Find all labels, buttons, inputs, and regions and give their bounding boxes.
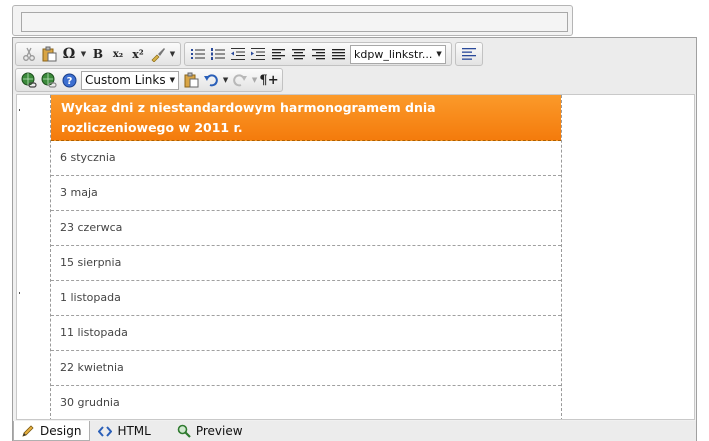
tab-design-label: Design: [40, 423, 82, 438]
align-right-icon: [311, 48, 325, 59]
editor-mode-bar: Design HTML Preview: [13, 421, 696, 441]
dropdown-arrow-icon: ▼: [169, 76, 176, 84]
indent-icon: [251, 48, 265, 60]
code-brackets-icon: [98, 425, 113, 437]
custom-links-select[interactable]: Custom Links ▼: [81, 70, 180, 90]
table-row: 22 kwietnia: [51, 351, 561, 386]
custom-links-select-value: Custom Links: [85, 73, 166, 87]
paragraph-format-button[interactable]: [459, 44, 479, 64]
subscript-icon: x₂: [112, 48, 124, 60]
bold-icon: B: [92, 47, 104, 61]
paste-icon: [42, 46, 57, 62]
editor-content-area[interactable]: Wykaz dni z niestandardowym harmonograme…: [16, 94, 695, 420]
toolbar-row-2: ? Custom Links ▼ ▼ ▼ ¶+: [15, 67, 286, 93]
remove-link-button[interactable]: [39, 70, 59, 90]
justify-icon: [331, 48, 345, 59]
paragraph-plus-icon: ¶+: [259, 72, 279, 88]
table-row: 15 sierpnia: [51, 246, 561, 281]
align-right-button[interactable]: [308, 44, 328, 64]
table-row: 23 czerwca: [51, 211, 561, 246]
undo-icon: [204, 74, 218, 87]
tab-html[interactable]: HTML: [90, 421, 158, 441]
tab-html-label: HTML: [117, 424, 151, 438]
schedule-table: Wykaz dni z niestandardowym harmonograme…: [50, 95, 562, 419]
caret-marker: [19, 109, 20, 111]
dropdown-arrow-icon: ▼: [222, 76, 229, 84]
insert-paragraph-button[interactable]: ¶+: [259, 70, 279, 90]
superscript-icon: x²: [132, 47, 144, 61]
align-left-button[interactable]: [268, 44, 288, 64]
format-brush-dropdown[interactable]: ▼: [168, 44, 177, 64]
tab-preview-label: Preview: [195, 424, 243, 438]
editor-toolbar: Ω ▼ B x₂ x² ▼ kdpw_linkstr... ▼ ? Custom…: [13, 38, 696, 94]
rich-text-editor: Ω ▼ B x₂ x² ▼ kdpw_linkstr... ▼ ? Custom…: [12, 37, 697, 441]
align-center-button[interactable]: [288, 44, 308, 64]
bold-button[interactable]: B: [88, 44, 108, 64]
toolbar-row-1: Ω ▼ B x₂ x² ▼ kdpw_linkstr... ▼: [15, 41, 486, 67]
title-input[interactable]: [21, 12, 568, 32]
paragraph-format-icon: [461, 48, 476, 60]
dropdown-arrow-icon: ▼: [80, 50, 87, 58]
format-brush-icon: [151, 48, 165, 62]
table-header: Wykaz dni z niestandardowym harmonograme…: [51, 95, 561, 141]
unlink-globe-icon: [41, 72, 57, 88]
tab-design[interactable]: Design: [13, 421, 91, 441]
table-body: 6 stycznia 3 maja 23 czerwca 15 sierpnia 1 l…: [51, 141, 561, 419]
undo-dropdown[interactable]: ▼: [221, 70, 230, 90]
justify-button[interactable]: [328, 44, 348, 64]
numbered-list-icon: [211, 48, 225, 60]
paste-from-word-icon: [184, 72, 199, 88]
svg-text:?: ?: [66, 76, 72, 87]
css-class-select-value: kdpw_linkstr...: [354, 47, 433, 61]
subscript-button[interactable]: x₂: [108, 44, 128, 64]
link-globe-icon: [21, 72, 37, 88]
dropdown-arrow-icon: ▼: [169, 50, 176, 58]
table-row: 30 grudnia: [51, 386, 561, 419]
indent-button[interactable]: [248, 44, 268, 64]
dropdown-arrow-icon: ▼: [436, 50, 442, 58]
help-icon: ?: [62, 73, 76, 87]
paste-from-word-button[interactable]: [181, 70, 201, 90]
help-button[interactable]: ?: [59, 70, 79, 90]
toolbar-group-extra: [454, 42, 483, 66]
redo-dropdown[interactable]: ▼: [250, 70, 259, 90]
insert-symbol-button[interactable]: Ω: [59, 44, 79, 64]
outdent-icon: [231, 48, 245, 60]
insert-symbol-dropdown[interactable]: ▼: [79, 44, 88, 64]
undo-button[interactable]: [201, 70, 221, 90]
bulleted-list-button[interactable]: [188, 44, 208, 64]
numbered-list-button[interactable]: [208, 44, 228, 64]
cut-icon: [23, 47, 35, 61]
redo-icon: [233, 74, 248, 87]
bulleted-list-icon: [191, 49, 205, 59]
format-brush-button[interactable]: [148, 44, 168, 64]
css-class-select[interactable]: kdpw_linkstr... ▼: [350, 44, 446, 64]
toolbar-group-formatting: Ω ▼ B x₂ x² ▼: [15, 42, 181, 66]
insert-link-button[interactable]: [19, 70, 39, 90]
table-row: 3 maja: [51, 176, 561, 211]
toolbar-group-links: ? Custom Links ▼ ▼ ▼ ¶+: [15, 68, 284, 92]
align-center-icon: [291, 48, 305, 59]
paste-button[interactable]: [39, 44, 59, 64]
insert-symbol-icon: Ω: [62, 46, 76, 62]
table-row: 6 stycznia: [51, 141, 561, 176]
table-row: 11 listopada: [51, 316, 561, 351]
redo-button[interactable]: [230, 70, 250, 90]
title-field-container: [12, 5, 573, 36]
caret-marker: [19, 292, 20, 294]
superscript-button[interactable]: x²: [128, 44, 148, 64]
cut-button[interactable]: [19, 44, 39, 64]
outdent-button[interactable]: [228, 44, 248, 64]
pencil-icon: [22, 424, 35, 437]
toolbar-group-paragraph: kdpw_linkstr... ▼: [184, 42, 452, 66]
align-left-icon: [271, 48, 285, 59]
tab-preview[interactable]: Preview: [169, 421, 251, 441]
magnifier-icon: [177, 424, 191, 438]
table-row: 1 listopada: [51, 281, 561, 316]
dropdown-arrow-icon: ▼: [251, 76, 258, 84]
